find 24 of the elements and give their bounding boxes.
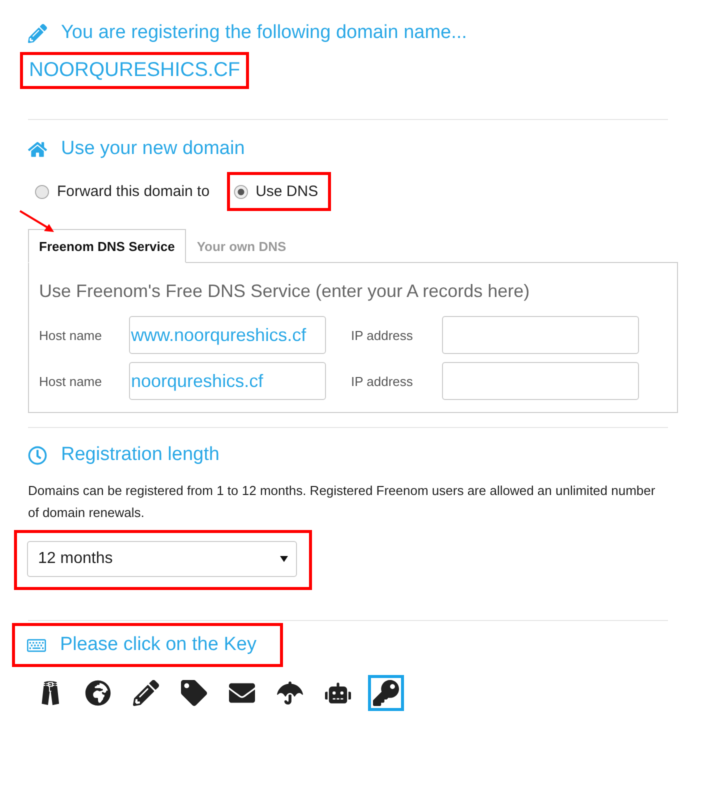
tab[interactable]: Freenom DNS Service xyxy=(28,229,186,263)
field-label: Host name xyxy=(39,328,103,342)
panel-title: Use Freenom's Free DNS Service (enter your A records here) xyxy=(39,281,531,302)
period-select[interactable]: 12 months xyxy=(27,541,297,577)
key-icon[interactable] xyxy=(368,675,404,711)
field-label: Host name xyxy=(39,374,103,388)
caret-icon xyxy=(280,556,288,562)
field-label: IP address xyxy=(351,328,414,342)
clock-icon xyxy=(28,446,47,464)
ip-address-field[interactable] xyxy=(442,316,639,354)
section-heading: Registration length xyxy=(61,444,220,466)
pencil-icon xyxy=(28,24,47,42)
ip-address-field[interactable] xyxy=(442,362,639,400)
section-heading: Use your new domain xyxy=(61,138,245,160)
radio-label: Use DNS xyxy=(256,183,318,200)
radio-button[interactable] xyxy=(234,184,248,198)
section-heading: You are registering the following domain name... xyxy=(61,22,467,44)
domain-name: NOORQURESHICS.CF xyxy=(29,59,240,82)
home-icon xyxy=(28,140,47,158)
section-heading: Please click on the Key xyxy=(60,634,256,656)
description-text: Domains can be registered from 1 to 12 months. Registered Freenom users are allowed an unlimited number of domain renewals. xyxy=(28,482,656,522)
radio-button[interactable] xyxy=(35,184,49,198)
radio-option[interactable]: Use DNS xyxy=(234,183,318,200)
field-label: IP address xyxy=(351,374,414,388)
